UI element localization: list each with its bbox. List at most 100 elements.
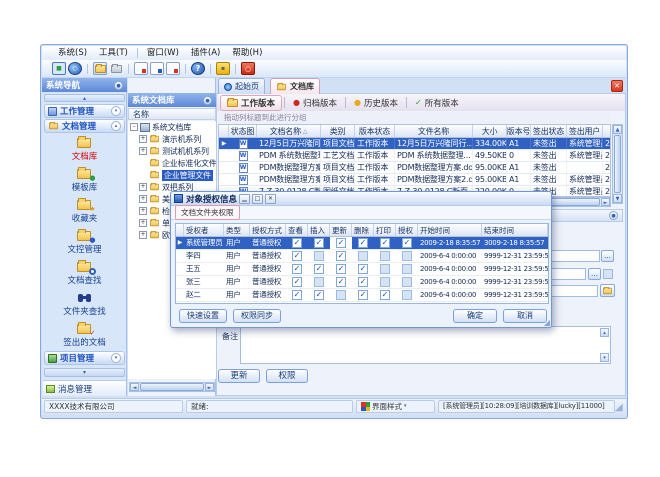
sidebar-group-work[interactable]: 工作管理 ▾ (44, 104, 125, 118)
checkbox-cell[interactable]: ✓ (330, 276, 352, 288)
checkbox-checked[interactable]: ✓ (292, 251, 302, 261)
checkbox-checked[interactable]: ✓ (358, 238, 368, 248)
close-icon[interactable]: ✕ (611, 80, 623, 92)
report-icon-1[interactable] (134, 62, 148, 75)
maximize-icon[interactable]: □ (252, 194, 263, 204)
column-header-6[interactable]: 版本号 (507, 125, 531, 137)
checkbox-cell[interactable]: ✓ (286, 276, 308, 288)
checkbox-cell[interactable]: ✓ (352, 276, 374, 288)
dialog-title-bar[interactable]: 对象授权信息 ▁ □ ✕ (171, 192, 551, 206)
checkbox-checked[interactable]: ✓ (314, 238, 324, 248)
ellipsis-button[interactable]: … (588, 268, 601, 280)
checkbox-unchecked[interactable] (380, 277, 390, 287)
menu-item-4[interactable]: 帮助(H) (226, 47, 268, 60)
dialog-column-header-5[interactable]: 更新 (330, 224, 352, 236)
tab-document-library[interactable]: 文档库 (270, 78, 320, 94)
cancel-button[interactable]: 取消 (503, 309, 547, 323)
ok-button[interactable]: 确定 (453, 309, 497, 323)
table-row-0[interactable]: ▶W12月5日万兴隆同行...项目文档工作版本12月5日万兴隆同行...334.… (219, 138, 610, 150)
scroll-up-icon[interactable]: ▲ (613, 125, 622, 134)
checkbox-unchecked[interactable] (402, 277, 412, 287)
ellipsis-button[interactable]: … (601, 250, 614, 262)
scrollbar-thumb[interactable] (614, 135, 621, 193)
folder-icon[interactable] (109, 62, 123, 75)
note-textarea[interactable]: ▴ ▾ (240, 326, 611, 364)
chevron-down-icon[interactable]: ▾ (111, 353, 121, 363)
dialog-column-header-6[interactable]: 删除 (352, 224, 374, 236)
checkbox-unchecked[interactable] (314, 251, 324, 261)
tree-node-4[interactable]: 企业管理文件 (128, 169, 216, 181)
tree-expander[interactable]: + (139, 195, 147, 203)
checkbox-cell[interactable] (352, 250, 374, 262)
ui-style-selector[interactable]: 界面样式 ▾ (356, 400, 435, 413)
menu-item-2[interactable]: 窗口(W) (141, 47, 185, 60)
checkbox-checked[interactable]: ✓ (314, 264, 324, 274)
tree-expander[interactable]: + (139, 183, 147, 191)
scroll-right-icon[interactable]: ► (205, 383, 214, 391)
column-header-5[interactable]: 大小 (473, 125, 507, 137)
chevron-up-icon[interactable]: ▴ (111, 121, 121, 131)
computer-icon[interactable]: ■ (52, 62, 66, 75)
dialog-column-header-10[interactable]: 结束时间 (482, 224, 548, 236)
checkbox-cell[interactable]: ✓ (396, 237, 418, 249)
checkbox-cell[interactable]: ✓ (330, 250, 352, 262)
pin-icon[interactable]: ● (609, 211, 618, 220)
pin-icon[interactable]: ● (203, 96, 212, 105)
message-management-tab[interactable]: 消息管理 (43, 380, 126, 396)
version-tab-3[interactable]: ✓所有版本 (409, 96, 465, 110)
scrollbar-thumb[interactable] (140, 383, 204, 391)
checkbox-unchecked[interactable] (358, 251, 368, 261)
open-folder-button[interactable] (600, 284, 615, 297)
tab-folder-permissions[interactable]: 文档文件夹权限 (175, 205, 240, 220)
sidebar-item-1[interactable]: ●模板库 (44, 165, 125, 196)
lock-icon[interactable]: ▪ (216, 62, 230, 75)
checkbox-checked[interactable]: ✓ (292, 290, 302, 300)
table-row-2[interactable]: WPDM数据整理方案.doc项目文档工作版本PDM数据整理方案.doc95.00… (219, 162, 610, 174)
tree-expander[interactable]: + (139, 231, 147, 239)
dialog-column-header-1[interactable]: 类型 (224, 224, 250, 236)
checkbox-checked[interactable]: ✓ (358, 264, 368, 274)
checkbox-cell[interactable] (396, 250, 418, 262)
table-row-1[interactable]: WPDM 系统数据整理检...工艺文档工作版本PDM 系统数据整理...49.5… (219, 150, 610, 162)
scroll-down-icon[interactable]: ▼ (613, 194, 622, 203)
checkbox-cell[interactable] (374, 263, 396, 275)
column-header-8[interactable]: 签出用户 (567, 125, 603, 137)
checkbox-cell[interactable] (308, 250, 330, 262)
sidebar-item-0[interactable]: 文档库 (44, 134, 125, 165)
checkbox-cell[interactable] (308, 276, 330, 288)
checkbox-checked[interactable]: ✓ (380, 238, 390, 248)
globe-icon[interactable]: ○ (68, 62, 82, 75)
permission-row-3[interactable]: 张三用户普通授权✓✓✓2009-6-4 0:00:009999-12-31 23… (176, 276, 548, 289)
checkbox-cell[interactable]: ✓ (286, 263, 308, 275)
tree-node-2[interactable]: +测试机机系列 (128, 145, 216, 157)
checkbox-cell[interactable]: ✓ (308, 263, 330, 275)
column-header-4[interactable]: 文件名称 (395, 125, 473, 137)
column-header-0[interactable]: 状态图 (229, 125, 257, 137)
report-icon-3[interactable] (166, 62, 180, 75)
checkbox-cell[interactable]: ✓ (352, 263, 374, 275)
checkbox-checked[interactable]: ✓ (358, 277, 368, 287)
dialog-column-header-3[interactable]: 查看 (286, 224, 308, 236)
dialog-column-header-9[interactable]: 开始时间 (418, 224, 482, 236)
sidebar-item-5[interactable]: 文件夹查找 (44, 289, 125, 320)
checkbox-cell[interactable]: ✓ (308, 289, 330, 301)
checkbox-cell[interactable] (396, 289, 418, 301)
tree-node-3[interactable]: 企业标准化文件 (128, 157, 216, 169)
permission-button[interactable]: 权限 (266, 369, 308, 383)
checkbox-checked[interactable]: ✓ (336, 277, 346, 287)
menu-item-0[interactable]: 系统(S) (52, 47, 93, 60)
permission-row-2[interactable]: 王五用户普通授权✓✓✓✓2009-6-4 0:00:009999-12-31 2… (176, 263, 548, 276)
sidebar-group-projects[interactable]: 项目管理 ▾ (44, 351, 125, 365)
close-icon[interactable]: ✕ (265, 194, 276, 204)
checkbox-checked[interactable]: ✓ (336, 251, 346, 261)
sidebar-item-6[interactable]: ✓签出的文档 (44, 320, 125, 351)
tree-column-header[interactable]: 名称 (128, 108, 216, 120)
checkbox-unchecked[interactable] (380, 251, 390, 261)
checkbox-cell[interactable] (374, 276, 396, 288)
resize-grip[interactable]: ◢ (544, 318, 550, 327)
column-header-1[interactable]: 文档名称△ (257, 125, 321, 137)
scroll-up-icon[interactable]: ▴ (600, 328, 609, 337)
checkbox-checked[interactable]: ✓ (314, 290, 324, 300)
tree-expander[interactable]: - (130, 123, 138, 131)
open-folder-icon[interactable] (93, 62, 107, 75)
